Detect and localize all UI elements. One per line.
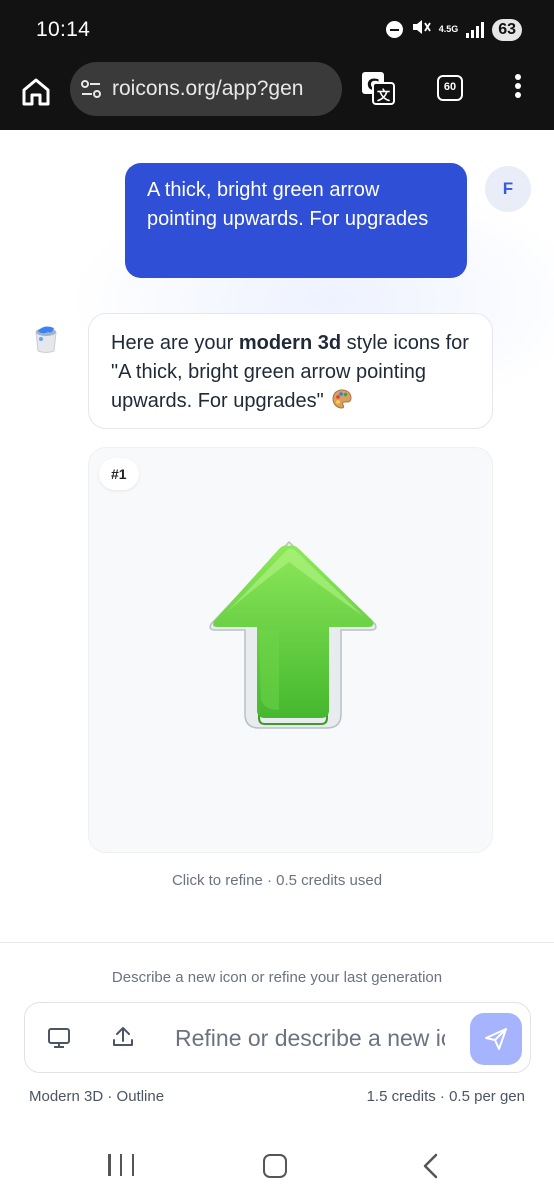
nav-home-icon[interactable]: [263, 1154, 287, 1178]
network-type: 4.5G: [438, 24, 459, 34]
prompt-input[interactable]: [175, 1015, 445, 1061]
result-index-badge: #1: [99, 458, 139, 490]
prompt-box: [24, 1002, 531, 1073]
status-icons: 4.5G 63: [385, 18, 522, 41]
result-card[interactable]: #1: [88, 447, 493, 853]
do-not-disturb-icon: [385, 21, 403, 38]
system-nav-bar: [0, 1128, 554, 1200]
back-icon[interactable]: [421, 1153, 441, 1179]
menu-icon[interactable]: [510, 74, 526, 104]
tab-switcher-icon[interactable]: 60: [437, 75, 463, 101]
translate-icon[interactable]: G 文: [360, 70, 396, 106]
style-info[interactable]: Modern 3D · Outline: [29, 1088, 164, 1105]
site-settings-icon[interactable]: [80, 78, 102, 100]
url-bar[interactable]: roicons.org/app?gen: [70, 62, 342, 116]
composer: Describe a new icon or refine your last …: [0, 942, 554, 1128]
user-avatar[interactable]: F: [485, 166, 531, 212]
upload-icon[interactable]: [111, 1025, 135, 1049]
palette-icon: [332, 389, 352, 409]
composer-hint: Describe a new icon or refine your last …: [111, 969, 443, 986]
chat-area: A thick, bright green arrow pointing upw…: [0, 130, 554, 942]
monitor-icon[interactable]: [47, 1026, 71, 1050]
user-message: A thick, bright green arrow pointing upw…: [125, 163, 467, 278]
url-text: roicons.org/app?gen: [112, 77, 304, 100]
green-up-arrow-icon: [209, 540, 377, 729]
battery-icon: 63: [492, 18, 522, 41]
svg-text:文: 文: [377, 88, 391, 104]
bot-avatar-icon: [35, 326, 57, 353]
bot-message: Here are your modern 3d style icons for …: [88, 313, 493, 429]
bot-message-style: modern 3d: [238, 332, 342, 354]
send-icon: [485, 1028, 507, 1050]
home-icon[interactable]: [20, 76, 52, 108]
send-button[interactable]: [470, 1013, 522, 1065]
status-bar: 10:14 4.5G 63: [0, 0, 554, 62]
browser-toolbar: roicons.org/app?gen G 文 60: [0, 62, 554, 130]
credits-info: 1.5 credits · 0.5 per gen: [366, 1088, 525, 1105]
mute-icon: [411, 18, 431, 41]
refine-hint: Click to refine · 0.5 credits used: [171, 872, 383, 889]
bot-message-prefix: Here are your: [111, 332, 239, 354]
signal-icon: [466, 21, 485, 38]
status-time: 10:14: [36, 18, 91, 41]
recent-apps-icon[interactable]: [108, 1154, 134, 1176]
